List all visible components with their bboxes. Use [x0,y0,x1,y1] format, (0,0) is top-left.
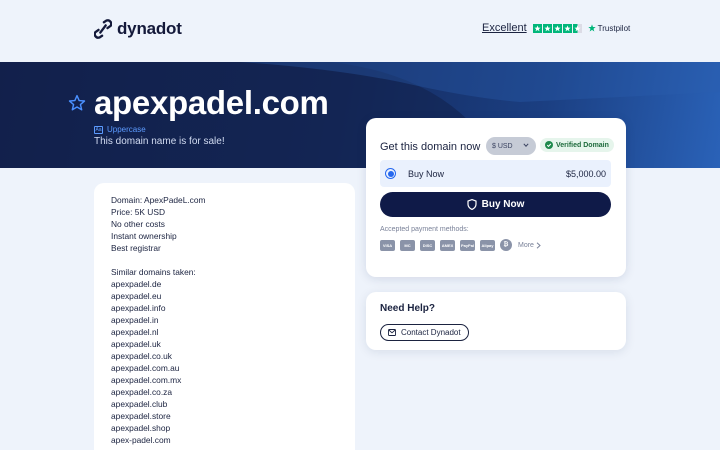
description-line: Domain: ApexPadeL.com [111,195,206,205]
similar-domain: apexpadel.uk [111,339,161,349]
chevron-down-icon [523,143,529,147]
similar-domain: apexpadel.shop [111,423,171,433]
similar-domain: apex-padel.com [111,435,171,445]
logo-link-icon [94,19,112,39]
contact-dynadot-button[interactable]: Contact Dynadot [380,324,469,341]
help-card: Need Help? Contact Dynadot [366,292,626,350]
check-circle-icon [545,141,553,149]
description-line: Instant ownership [111,231,177,241]
rating-word[interactable]: Excellent [482,22,527,34]
similar-domain: apexpadel.nl [111,327,159,337]
half-star-icon [572,23,582,33]
trustpilot-label: Trustpilot [597,23,631,33]
similar-domain: apexpadel.com.au [111,363,180,373]
description-line: No other costs [111,219,165,229]
envelope-icon [388,329,396,336]
buy-card: Get this domain now $ USD Verified Domai… [366,118,626,277]
similar-domain: apexpadel.co.uk [111,351,172,361]
text-case-icon: Aa [94,125,103,134]
buy-now-radio[interactable] [385,168,396,179]
brand-name: dynadot [117,19,182,38]
dynadot-logo[interactable]: dynadot [94,19,182,39]
description-line: Price: 5K USD [111,207,165,217]
contact-label: Contact Dynadot [401,328,461,337]
paypal-icon: PayPal [460,239,475,251]
trustpilot-brand: Trustpilot [587,23,631,33]
buy-now-option[interactable]: Buy Now $5,000.00 [380,160,611,187]
description-line: Best registrar [111,243,161,253]
star-icon [562,23,572,33]
amex-icon: AMEX [440,239,455,251]
option-label: Buy Now [408,168,445,179]
description-card: Domain: ApexPadeL.com Price: 5K USD No o… [94,183,355,450]
similar-domain: apexpadel.co.za [111,387,172,397]
similar-domain: apexpadel.club [111,399,168,409]
rating-stars [532,23,582,33]
help-title: Need Help? [380,303,436,314]
buy-heading: Get this domain now [380,141,481,153]
similar-domain: apexpadel.com.mx [111,375,182,385]
chevron-right-icon [536,241,541,249]
star-icon [532,23,542,33]
verified-label: Verified Domain [556,141,609,149]
visa-icon: VISA [380,239,395,251]
alipay-icon: Alipay [480,239,495,251]
more-label: More [518,241,534,249]
description-line: Similar domains taken: [111,267,196,277]
trustpilot-star-icon [587,24,596,32]
option-price: $5,000.00 [565,168,606,179]
similar-domain: apexpadel.de [111,279,162,289]
star-icon [552,23,562,33]
mastercard-icon: MC [400,239,415,251]
uppercase-toggle-link[interactable]: Aa Uppercase [94,125,146,134]
buy-now-label: Buy Now [481,199,525,210]
similar-domain: apexpadel.in [111,315,159,325]
verified-badge: Verified Domain [540,138,614,152]
currency-select[interactable]: $ USD [486,137,536,155]
for-sale-subtitle: This domain name is for sale! [94,136,225,147]
favorite-star-icon[interactable] [68,94,86,112]
discover-icon: DISC [420,239,435,251]
similar-domain: apexpadel.store [111,411,171,421]
top-bar: dynadot Excellent Trustpilot [0,0,720,62]
uppercase-label: Uppercase [107,125,146,134]
similar-domain: apexpadel.info [111,303,166,313]
domain-name-title: apexpadel.com [94,84,329,121]
shield-icon [467,199,477,210]
payment-methods-label: Accepted payment methods: [380,226,469,233]
payment-methods: VISA MC DISC AMEX PayPal Alipay ₿ More [380,239,541,251]
star-icon [542,23,552,33]
bitcoin-icon: ₿ [500,239,512,251]
buy-now-button[interactable]: Buy Now [380,192,611,217]
trustpilot-rating[interactable]: Excellent Trustpilot [482,22,630,34]
similar-domain: apexpadel.eu [111,291,162,301]
currency-value: $ USD [492,142,513,150]
more-payments-link[interactable]: More [518,242,541,249]
